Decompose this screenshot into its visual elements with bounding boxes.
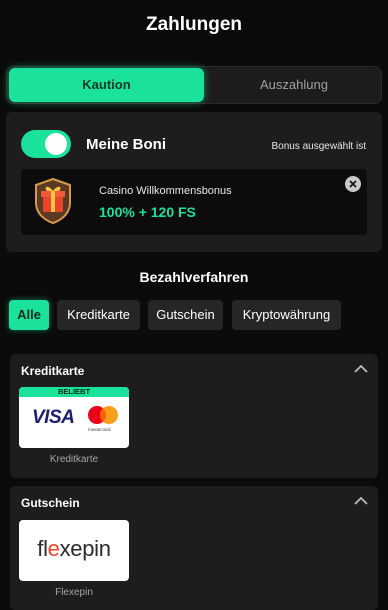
group-title: Kreditkarte bbox=[21, 364, 85, 378]
bonus-status: Bonus ausgewählt ist bbox=[271, 141, 366, 152]
payment-tile-label: Flexepin bbox=[55, 587, 93, 598]
remove-bonus-button[interactable] bbox=[345, 176, 361, 192]
close-icon bbox=[349, 180, 357, 188]
selected-bonus[interactable]: Casino Willkommensbonus 100% + 120 FS bbox=[21, 169, 367, 235]
bonus-toggle[interactable] bbox=[21, 130, 71, 158]
tab-kaution[interactable]: Kaution bbox=[9, 68, 204, 102]
group-kreditkarte: Kreditkarte BELIEBT VISA mastercard Kred… bbox=[10, 354, 378, 478]
payment-tile-flexepin[interactable]: flexepin bbox=[19, 520, 129, 581]
payment-methods-title: Bezahlverfahren bbox=[139, 269, 249, 285]
bonus-value: 100% + 120 FS bbox=[99, 204, 196, 220]
group-gutschein: Gutschein flexepin Flexepin bbox=[10, 486, 378, 610]
toggle-knob bbox=[45, 133, 67, 155]
filter-kreditkarte[interactable]: Kreditkarte bbox=[57, 300, 140, 330]
filter-kryptowaehrung[interactable]: Kryptowährung bbox=[232, 300, 341, 330]
popular-badge: BELIEBT bbox=[19, 387, 129, 397]
gift-icon bbox=[35, 178, 71, 224]
tab-auszahlung[interactable]: Auszahlung bbox=[207, 67, 381, 103]
bonus-label: Meine Boni bbox=[86, 136, 167, 153]
mastercard-wordmark: mastercard bbox=[88, 427, 111, 432]
payment-tile-label: Kreditkarte bbox=[49, 454, 99, 465]
page-title: Zahlungen bbox=[145, 14, 243, 35]
filter-gutschein[interactable]: Gutschein bbox=[148, 300, 223, 330]
bonus-card: Meine Boni Bonus ausgewählt ist Casino W… bbox=[6, 112, 382, 252]
chevron-up-icon[interactable] bbox=[354, 364, 368, 374]
bonus-name: Casino Willkommensbonus bbox=[99, 185, 232, 197]
filter-alle[interactable]: Alle bbox=[9, 300, 49, 330]
payment-type-tabs: Kaution Auszahlung bbox=[6, 66, 382, 104]
mastercard-logo-icon bbox=[88, 406, 118, 424]
chevron-up-icon[interactable] bbox=[354, 496, 368, 506]
group-title: Gutschein bbox=[21, 496, 80, 510]
visa-logo: VISA bbox=[32, 407, 75, 428]
flexepin-logo: flexepin bbox=[37, 536, 111, 561]
payment-tile-kreditkarte[interactable]: BELIEBT VISA mastercard bbox=[19, 387, 129, 448]
